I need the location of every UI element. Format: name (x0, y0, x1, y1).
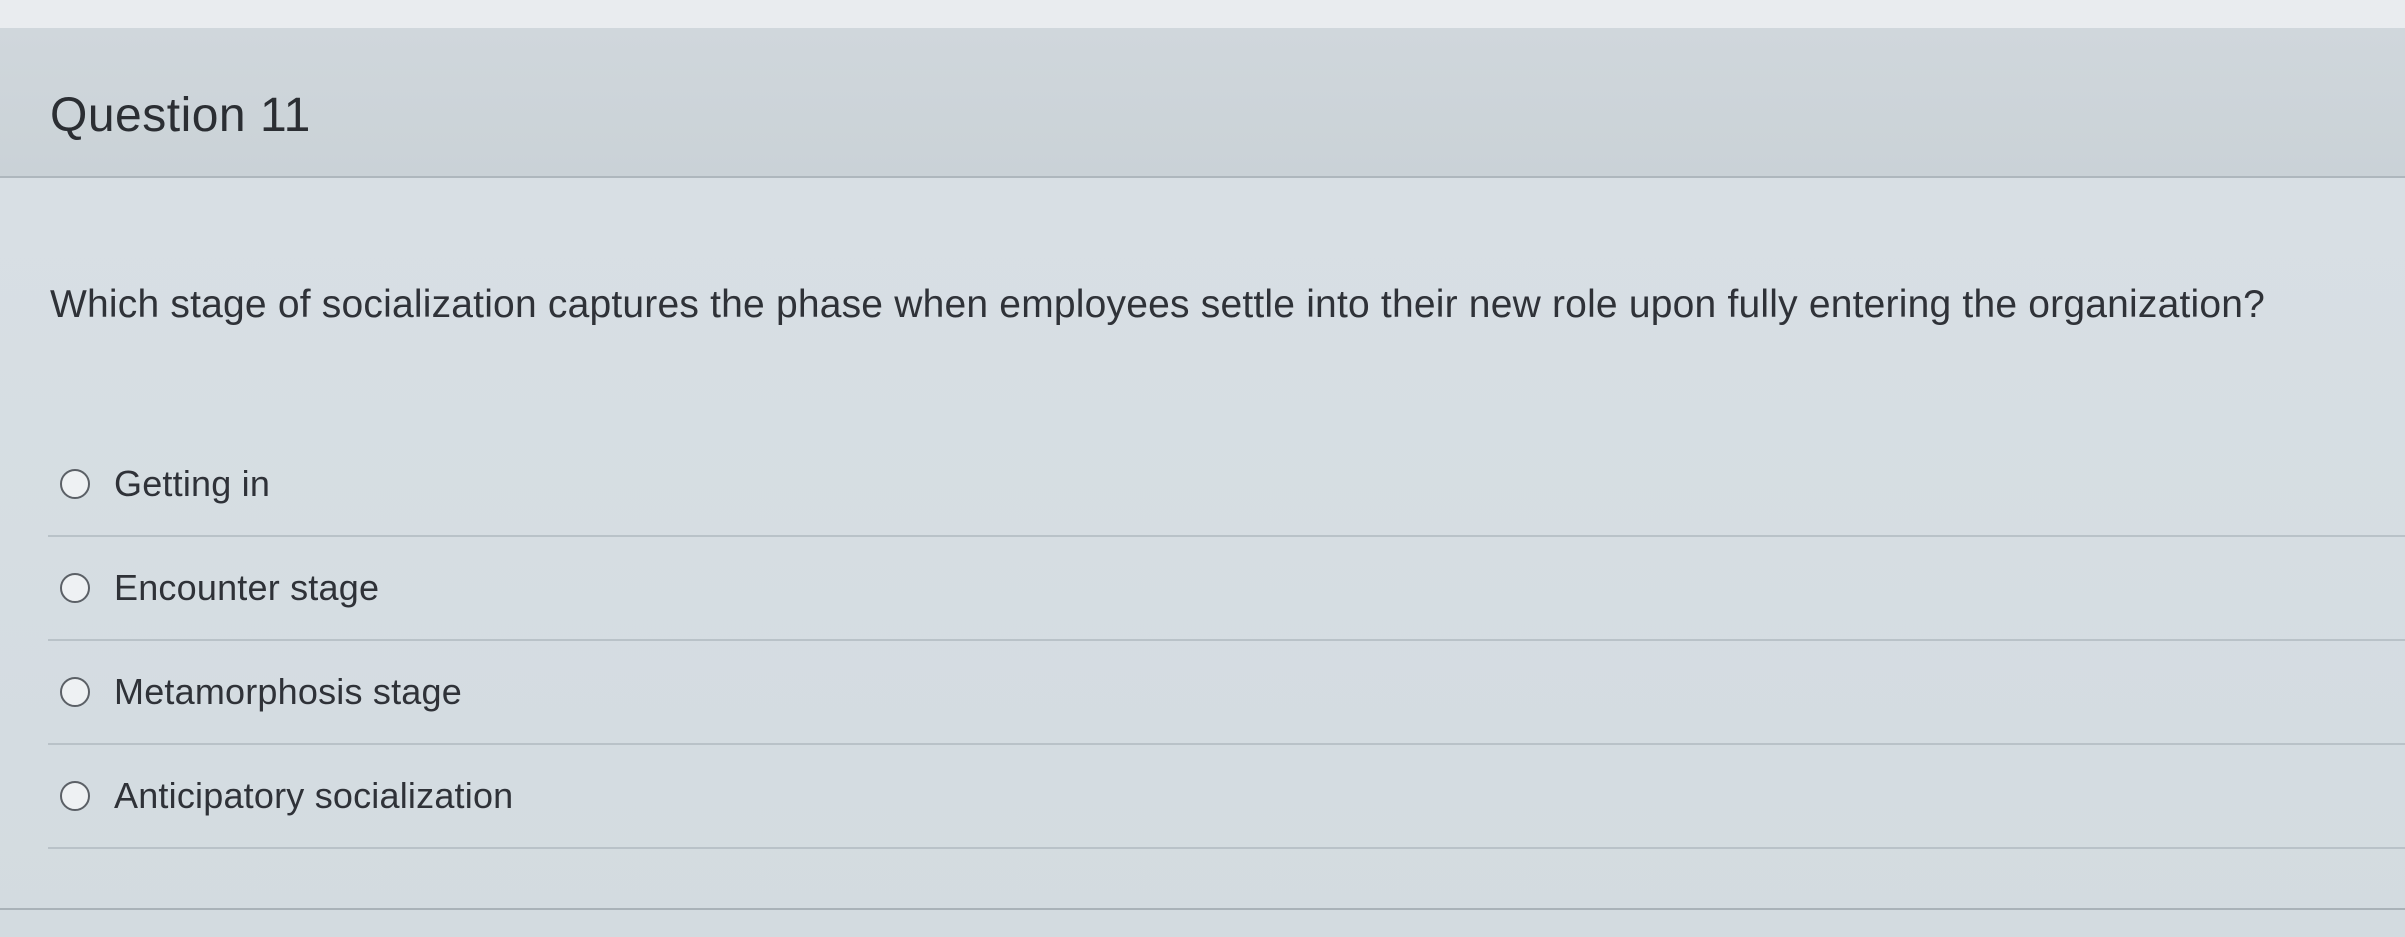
radio-icon[interactable] (60, 677, 90, 707)
answer-option-encounter-stage[interactable]: Encounter stage (48, 537, 2405, 641)
answer-option-anticipatory-socialization[interactable]: Anticipatory socialization (48, 745, 2405, 849)
question-card: Question 11 Which stage of socialization… (0, 28, 2405, 937)
answer-option-getting-in[interactable]: Getting in (48, 433, 2405, 537)
page-top-band (0, 0, 2405, 30)
answer-label: Anticipatory socialization (114, 775, 514, 816)
radio-icon[interactable] (60, 469, 90, 499)
answer-label: Getting in (114, 463, 271, 504)
question-prompt: Which stage of socialization captures th… (50, 283, 2266, 326)
question-header: Question 11 (0, 28, 2405, 178)
card-bottom-divider (0, 908, 2405, 910)
answer-label: Encounter stage (114, 567, 380, 608)
answer-options: Getting in Encounter stage Metamorphosis… (48, 433, 2405, 849)
radio-icon[interactable] (60, 781, 90, 811)
question-title: Question 11 (50, 89, 311, 142)
answer-option-metamorphosis-stage[interactable]: Metamorphosis stage (48, 641, 2405, 745)
radio-icon[interactable] (60, 573, 90, 603)
answer-label: Metamorphosis stage (114, 671, 462, 712)
